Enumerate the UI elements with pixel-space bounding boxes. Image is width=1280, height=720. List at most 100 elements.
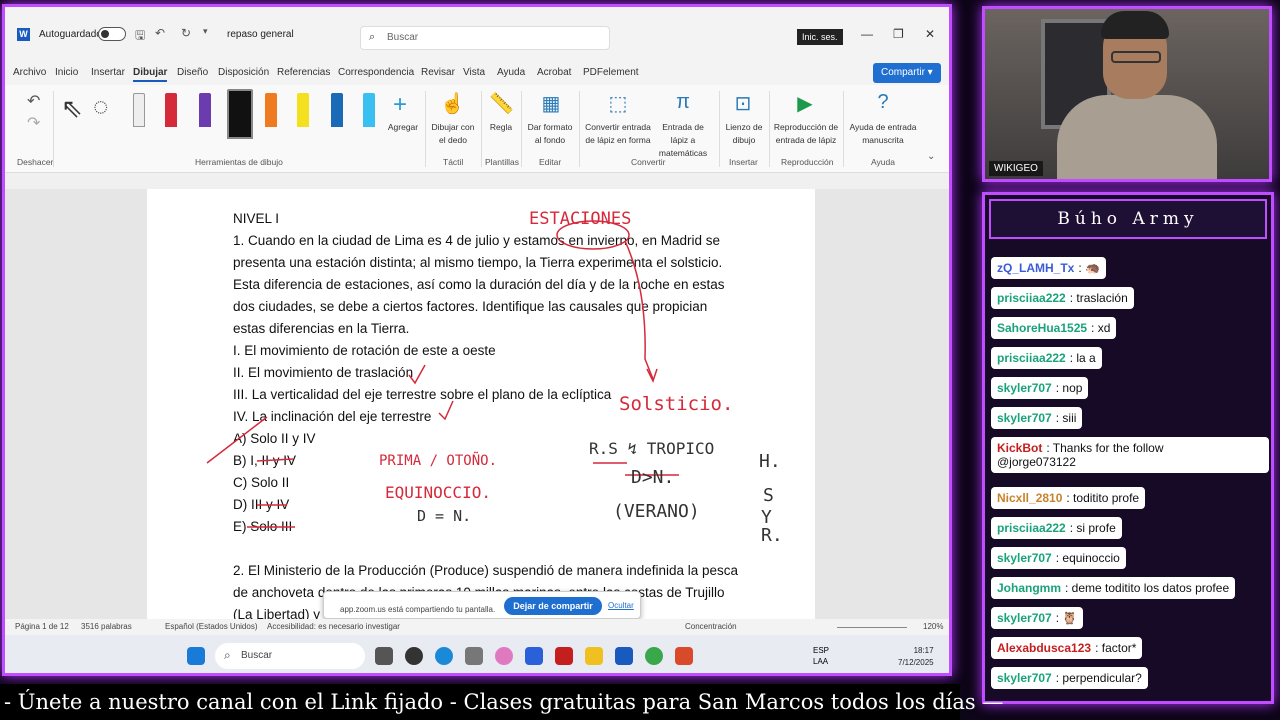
chrome-icon[interactable] [645, 647, 663, 665]
sign-in-button[interactable]: Inic. ses. [797, 29, 843, 45]
document-page[interactable]: NIVEL I 1. Cuando en la ciudad de Lima e… [147, 189, 815, 622]
tab-referencias[interactable]: Referencias [277, 67, 330, 78]
zoom-icon[interactable] [525, 647, 543, 665]
tab-diseno[interactable]: Diseño [177, 67, 208, 78]
ruler-icon[interactable]: 📏 [489, 91, 514, 117]
format-background-icon[interactable]: ▦ [539, 91, 563, 117]
pen-cyan-icon[interactable] [363, 93, 375, 127]
eraser-icon[interactable] [133, 93, 145, 127]
chat-mention[interactable]: @jorge073122 [997, 455, 1263, 469]
chat-username[interactable]: KickBot [997, 441, 1042, 455]
page-count[interactable]: Página 1 de 12 [15, 622, 69, 631]
close-icon[interactable]: ✕ [925, 27, 935, 41]
select-pointer-icon[interactable]: ⇖ [61, 93, 83, 124]
chat-username[interactable]: zQ_LAMH_Tx [997, 261, 1074, 275]
search-box[interactable]: ⌕ Buscar [360, 26, 610, 50]
windows-start-icon[interactable] [187, 647, 205, 665]
tab-insertar[interactable]: Insertar [91, 67, 125, 78]
acrobat-icon[interactable] [555, 647, 573, 665]
tab-disposicion[interactable]: Disposición [218, 67, 269, 78]
chat-username[interactable]: skyler707 [997, 611, 1052, 625]
ink-help-icon[interactable]: ? [871, 91, 895, 117]
highlighter-orange-icon[interactable] [265, 93, 277, 127]
github-icon[interactable] [405, 647, 423, 665]
chat-username[interactable]: prisciiaa222 [997, 291, 1066, 305]
ink-to-math-button[interactable]: Entrada de lápiz a matemáticas [653, 121, 713, 160]
chat-username[interactable]: skyler707 [997, 411, 1052, 425]
lasso-icon[interactable]: ◌ [93, 91, 108, 122]
ink-to-shape-icon[interactable]: ⬚ [606, 91, 630, 117]
powerpoint-icon[interactable] [675, 647, 693, 665]
tab-correspondencia[interactable]: Correspondencia [338, 67, 414, 78]
tab-dibujar[interactable]: Dibujar [133, 67, 168, 82]
chat-message: skyler707: perpendicular? [991, 667, 1148, 689]
minimize-icon[interactable]: — [861, 27, 873, 41]
word-icon[interactable] [615, 647, 633, 665]
tab-acrobat[interactable]: Acrobat [537, 67, 571, 78]
taskbar-search[interactable]: ⌕ Buscar [215, 643, 365, 669]
document-name[interactable]: repaso general [227, 29, 294, 40]
chat-username[interactable]: skyler707 [997, 671, 1052, 685]
tab-inicio[interactable]: Inicio [55, 67, 78, 78]
format-background-button[interactable]: Dar formato al fondo [525, 121, 575, 147]
collapse-ribbon-icon[interactable]: ⌄ [927, 151, 935, 162]
edge-icon[interactable] [435, 647, 453, 665]
search-icon: ⌕ [224, 648, 231, 662]
zoom-slider[interactable] [837, 627, 907, 628]
share-button[interactable]: Compartir ▾ [873, 63, 941, 83]
keyboard-layout[interactable]: ESP LAA [813, 645, 829, 667]
chat-username[interactable]: prisciiaa222 [997, 351, 1066, 365]
file-explorer-icon[interactable] [585, 647, 603, 665]
undo-icon[interactable]: ↶ [155, 26, 165, 40]
accessibility-status[interactable]: Accesibilidad: es necesario investigar [267, 622, 400, 631]
ink-help-button[interactable]: Ayuda de entrada manuscrita [847, 121, 919, 147]
ruler-button[interactable]: Regla [485, 121, 517, 134]
canvas-icon[interactable]: ⊡ [731, 91, 755, 117]
horizontal-ruler[interactable] [5, 173, 949, 189]
language-status[interactable]: Español (Estados Unidos) [165, 622, 258, 631]
canvas-button[interactable]: Lienzo de dibujo [721, 121, 767, 147]
tab-archivo[interactable]: Archivo [13, 67, 46, 78]
ink-replay-icon[interactable]: ▶ [793, 91, 817, 117]
chat-username[interactable]: skyler707 [997, 381, 1052, 395]
undo-ribbon-icon[interactable]: ↶ [27, 91, 40, 111]
ink-to-math-icon[interactable]: π [671, 91, 695, 117]
customize-icon[interactable]: ▾ [203, 26, 208, 37]
clock[interactable]: 18:17 7/12/2025 [898, 645, 934, 669]
add-pen-label[interactable]: Agregar [385, 121, 421, 134]
chat-username[interactable]: SahoreHua1525 [997, 321, 1087, 335]
hide-notice-link[interactable]: Ocultar [608, 601, 634, 610]
add-pen-icon[interactable]: + [393, 91, 407, 119]
chat-username[interactable]: Johangmm [997, 581, 1061, 595]
chat-username[interactable]: Alexabdusca123 [997, 641, 1091, 655]
chat-username[interactable]: Nicxll_2810 [997, 491, 1062, 505]
tab-pdfelement[interactable]: PDFelement [583, 67, 639, 78]
pen-red-icon[interactable] [165, 93, 177, 127]
windows-taskbar: ⌕ Buscar ESP LAA 18:17 7/12/2025 [5, 635, 949, 673]
draw-finger-icon[interactable]: ☝ [440, 91, 465, 117]
task-view-icon[interactable] [375, 647, 393, 665]
save-icon[interactable]: 🖫 [135, 26, 145, 47]
chat-username[interactable]: prisciiaa222 [997, 521, 1066, 535]
focus-mode[interactable]: Concentración [685, 622, 737, 631]
word-count[interactable]: 3516 palabras [81, 622, 132, 631]
calculator-icon[interactable] [465, 647, 483, 665]
redo-ribbon-icon[interactable]: ↷ [27, 113, 40, 133]
tab-vista[interactable]: Vista [463, 67, 485, 78]
restore-icon[interactable]: ❐ [893, 27, 904, 41]
ink-replay-button[interactable]: Reproducción de entrada de lápiz [771, 121, 841, 147]
autosave-toggle[interactable] [98, 27, 126, 41]
draw-finger-button[interactable]: Dibujar con el dedo [429, 121, 477, 147]
copilot-icon[interactable] [495, 647, 513, 665]
tab-revisar[interactable]: Revisar [421, 67, 455, 78]
pen-black-icon[interactable] [227, 89, 253, 139]
highlighter-yellow-icon[interactable] [297, 93, 309, 127]
pen-blue-icon[interactable] [331, 93, 343, 127]
pen-purple-icon[interactable] [199, 93, 211, 127]
tab-ayuda[interactable]: Ayuda [497, 67, 525, 78]
zoom-level[interactable]: 120% [923, 622, 943, 631]
chat-username[interactable]: skyler707 [997, 551, 1052, 565]
stop-share-button[interactable]: Dejar de compartir [504, 597, 602, 615]
ink-to-shape-button[interactable]: Convertir entrada de lápiz en forma [583, 121, 653, 147]
redo-icon[interactable]: ↻ [181, 26, 191, 40]
